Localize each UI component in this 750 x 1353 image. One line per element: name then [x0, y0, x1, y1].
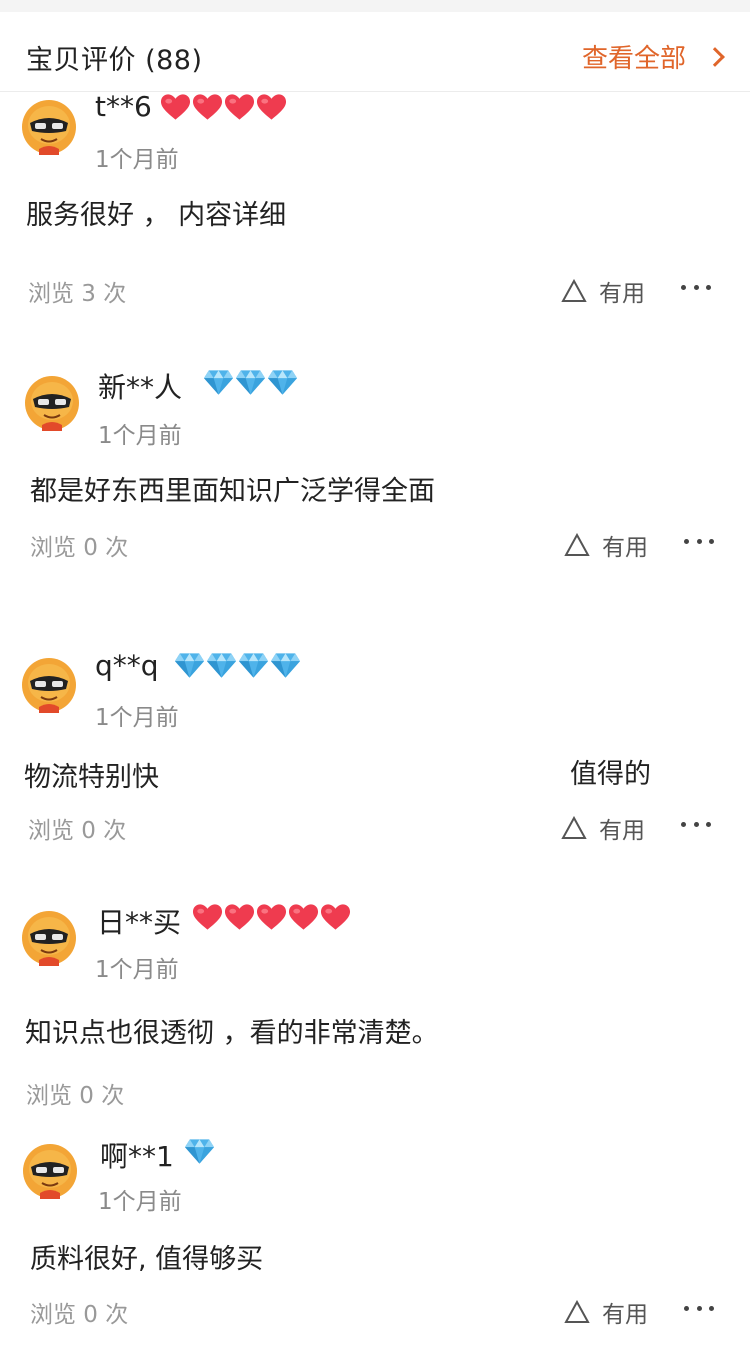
heart-icon	[192, 93, 223, 121]
review-badges	[160, 93, 288, 121]
reviews-header: 宝贝评价 (88) 查看全部	[0, 12, 750, 92]
review-views: 浏览 0 次	[26, 1083, 125, 1109]
review-badges	[192, 903, 352, 931]
review-badges	[184, 1137, 216, 1165]
review-time: 1个月前	[95, 957, 179, 983]
diamond-icon	[203, 368, 234, 396]
view-all-link[interactable]: 查看全部	[582, 38, 728, 75]
diamond-icon	[267, 368, 298, 396]
review-username: 啊**1	[100, 1140, 174, 1173]
heart-icon	[256, 903, 287, 931]
heart-icon	[256, 93, 287, 121]
chevron-right-icon	[705, 46, 725, 67]
review-badges	[174, 651, 302, 679]
avatar[interactable]	[21, 910, 77, 966]
heart-icon	[288, 903, 319, 931]
heart-icon	[224, 903, 255, 931]
more-options-icon[interactable]	[681, 820, 711, 828]
heart-icon	[320, 903, 351, 931]
review-time: 1个月前	[95, 147, 179, 173]
avatar[interactable]	[24, 375, 80, 431]
review-views: 浏览 0 次	[28, 818, 127, 844]
reviews-title: 宝贝评价 (88)	[26, 45, 203, 76]
review-text: 知识点也很透彻 ，看的非常清楚。	[25, 1018, 439, 1049]
useful-label: 有用	[602, 535, 648, 561]
triangle-icon	[561, 279, 587, 302]
review-time: 1个月前	[95, 705, 179, 731]
review-views: 浏览 0 次	[30, 535, 129, 561]
review-text: 质料很好, 值得够买	[30, 1244, 264, 1275]
avatar[interactable]	[21, 657, 77, 713]
review-text: 都是好东西里面知识广泛学得全面	[30, 476, 435, 507]
useful-button[interactable]: 有用	[564, 528, 648, 562]
review-badges	[203, 368, 299, 396]
top-strip	[0, 0, 750, 12]
review-time: 1个月前	[98, 423, 182, 449]
review-username: t**6	[95, 90, 152, 123]
review-time: 1个月前	[98, 1189, 182, 1215]
review-views: 浏览 3 次	[28, 281, 127, 307]
view-all-label[interactable]: 查看全部	[582, 38, 686, 75]
diamond-icon	[238, 651, 269, 679]
triangle-icon	[564, 1300, 590, 1323]
heart-icon	[224, 93, 255, 121]
heart-icon	[192, 903, 223, 931]
triangle-icon	[561, 816, 587, 839]
triangle-icon	[564, 533, 590, 556]
review-text: 服务很好 ， 内容详细	[26, 200, 287, 231]
useful-button[interactable]: 有用	[561, 811, 645, 845]
useful-button[interactable]: 有用	[564, 1295, 648, 1329]
diamond-icon	[174, 651, 205, 679]
diamond-icon	[235, 368, 266, 396]
avatar[interactable]	[22, 1143, 78, 1199]
useful-button[interactable]: 有用	[561, 274, 645, 308]
review-text: 物流特别快	[24, 762, 159, 793]
useful-label: 有用	[602, 1302, 648, 1328]
avatar[interactable]	[21, 99, 77, 155]
review-views: 浏览 0 次	[30, 1302, 129, 1328]
heart-icon	[160, 93, 191, 121]
more-options-icon[interactable]	[684, 537, 714, 545]
diamond-icon	[184, 1137, 215, 1165]
more-options-icon[interactable]	[681, 283, 711, 291]
review-username: 日**买	[97, 906, 182, 939]
review-username: q**q	[95, 649, 159, 682]
review-username: 新**人	[98, 371, 183, 404]
more-options-icon[interactable]	[684, 1304, 714, 1312]
diamond-icon	[270, 651, 301, 679]
review-text-extra: 值得的	[570, 759, 651, 790]
useful-label: 有用	[599, 818, 645, 844]
diamond-icon	[206, 651, 237, 679]
useful-label: 有用	[599, 281, 645, 307]
